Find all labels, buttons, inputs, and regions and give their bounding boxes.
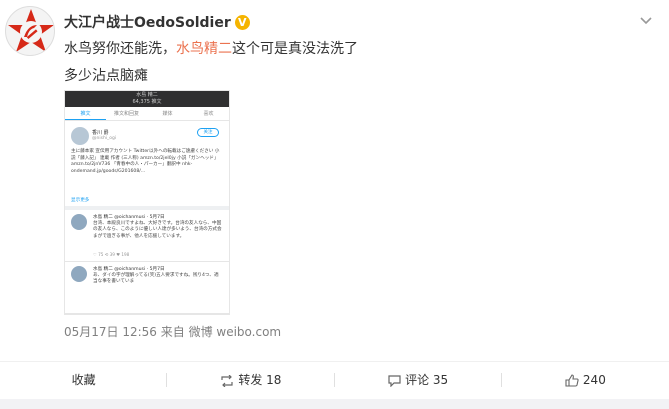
repost-button[interactable]: 转发 18	[167, 362, 335, 399]
avatar[interactable]	[5, 6, 55, 56]
like-count: 240	[582, 373, 606, 387]
image-tweet-text: あ、ダイの字が理解ってる(笑)五人要求ですね。残り4つ、適当な事を書いていま	[93, 273, 219, 285]
repost-icon	[221, 374, 233, 387]
image-tab: 媒体	[162, 111, 173, 117]
comment-button[interactable]: 评论 35	[335, 362, 502, 399]
image-tweet-name: 水島 精二 @oichanmusi · 5月7日	[93, 215, 165, 220]
image-tab: 推文	[65, 107, 106, 120]
image-profile: 香川 爵 @nishi_ogi 关注 主に藤本家 宣伝用アカウント Twitte…	[65, 121, 229, 194]
username-text[interactable]: 大江户战士OedoSoldier	[64, 15, 231, 31]
image-profile-bio: 主に藤本家 宣伝用アカウント Twitter以外への転載はご遠慮ください 小説「…	[71, 149, 220, 174]
image-tweet-name: 水島 精二 @oichanmusi · 5月7日	[93, 267, 165, 272]
image-tweet: 水島 精二 @oichanmusi · 5月7日 あ、ダイの字が理解ってる(笑)…	[65, 262, 229, 314]
image-profile-handle: @nishi_ogi	[92, 136, 117, 141]
comment-icon	[388, 374, 401, 387]
post-timestamp-source[interactable]: 05月17日 12:56 来自 微博 weibo.com	[64, 323, 281, 340]
thumbs-up-icon	[565, 374, 579, 387]
favorite-label: 收藏	[71, 373, 96, 387]
image-header: 水島 精二 64,375 推文	[65, 91, 229, 107]
image-header-name: 水島 精二	[136, 92, 158, 98]
bottom-background	[0, 399, 669, 409]
chevron-down-icon[interactable]	[636, 12, 656, 30]
post-text-prefix: 水鸟努你还能洗，	[64, 41, 176, 57]
soviet-star-logo	[8, 9, 54, 52]
post-text-suffix: 这个可是真没法洗了	[232, 41, 358, 57]
image-tweet: 水島 精二 @oichanmusi · 5月7日 台湾、本殿良川ですよね、大好き…	[65, 210, 229, 262]
post-image[interactable]: 水島 精二 64,375 推文 推文 推文和回复 媒体 喜欢 香川 爵 @nis…	[64, 90, 230, 315]
image-profile-name: 香川 爵	[92, 130, 109, 136]
image-tweet-actions: ♡ 75 ⟲ 39 ♥ 198	[93, 252, 130, 257]
image-follow-button: 关注	[197, 128, 219, 137]
repost-label: 转发 18	[238, 373, 282, 387]
image-tweet-avatar	[71, 214, 87, 230]
username[interactable]: 大江户战士OedoSoldier V	[64, 12, 250, 32]
image-tweet-text: 台湾、本殿良川ですよね、大好きです。台湾の友人なら、中国の友人なら、このように優…	[93, 221, 222, 239]
favorite-button[interactable]: 收藏	[0, 362, 168, 399]
image-header-sub: 64,375 推文	[132, 99, 162, 105]
image-tab: 喜欢	[203, 111, 214, 117]
post-text-line: 水鸟努你还能洗，水鸟精二这个可是真没法洗了	[64, 38, 358, 58]
post-text-line-2: 多少沾点脑瘫	[64, 68, 148, 84]
image-show-more: 显示更多	[65, 194, 229, 210]
image-tab: 推文和回复	[113, 111, 139, 117]
mention-link[interactable]: 水鸟精二	[176, 41, 232, 57]
like-button[interactable]: 240	[502, 362, 669, 399]
image-tabs: 推文 推文和回复 媒体 喜欢	[65, 107, 229, 121]
image-profile-avatar	[71, 127, 89, 145]
action-bar: 收藏 转发 18 评论 35 240	[0, 361, 669, 399]
comment-label: 评论 35	[405, 373, 449, 387]
image-tweet-avatar	[71, 266, 87, 282]
verified-badge-icon: V	[234, 15, 250, 30]
